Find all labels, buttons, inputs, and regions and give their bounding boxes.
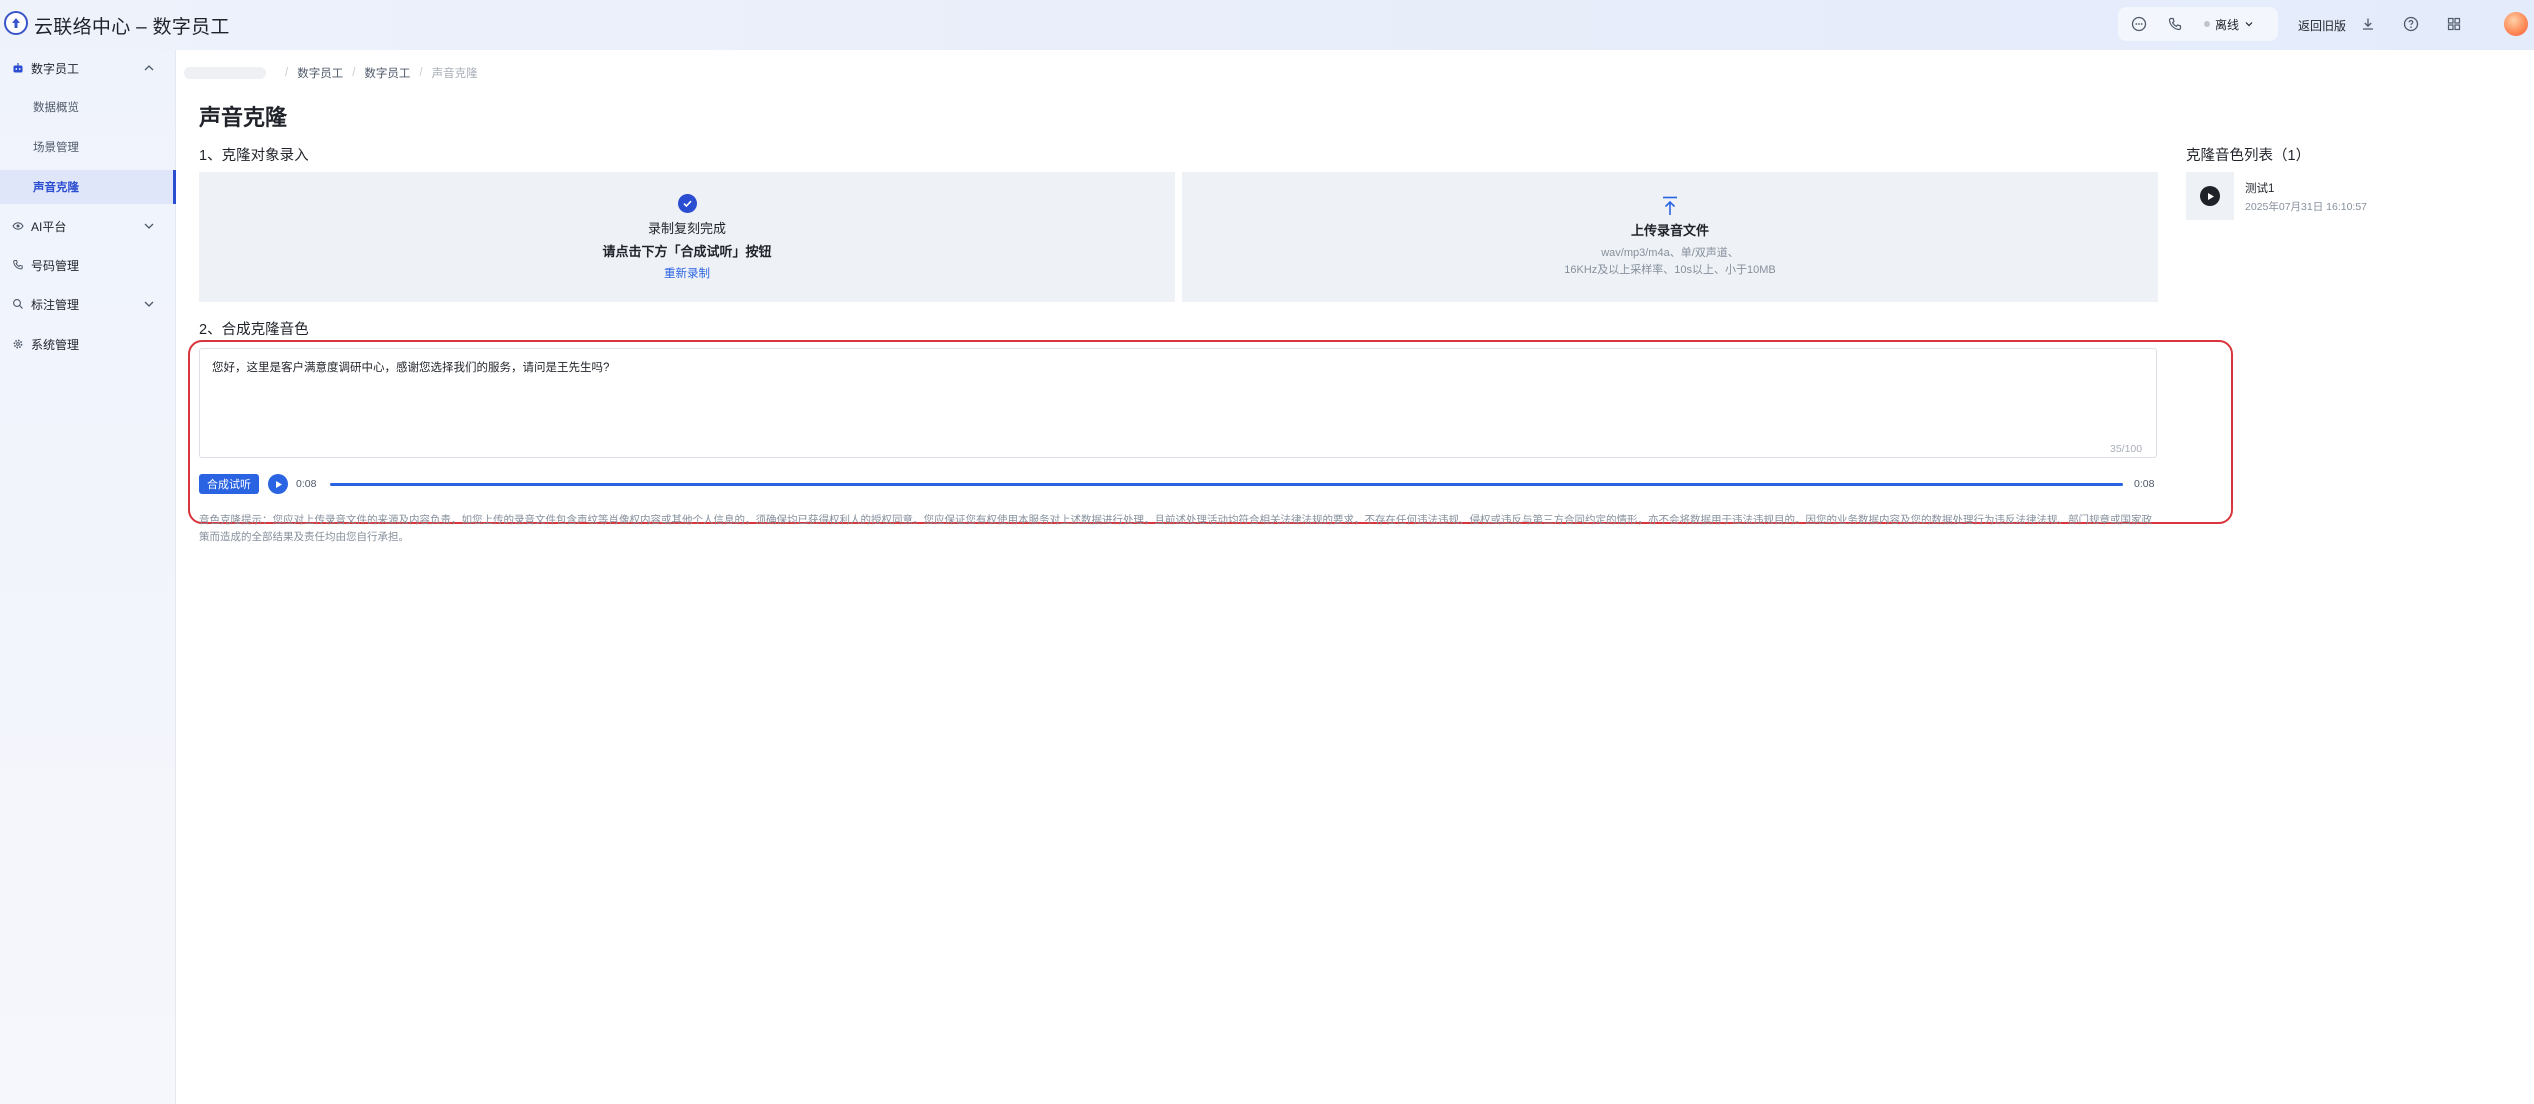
status-selector[interactable]: 离线 — [2204, 16, 2254, 33]
upload-card[interactable]: 上传录音文件 wav/mp3/m4a、单/双声道、 16KHz及以上采样率、10… — [1182, 172, 2158, 302]
char-count: 35/100 — [2110, 443, 2143, 455]
sidebar-group-label: AI平台 — [31, 219, 67, 234]
clone-notice-text: 音色克隆提示：您应对上传录音文件的来源及内容负责，如您上传的录音文件包含声纹等肖… — [199, 514, 2152, 543]
record-card: 录制复刻完成 请点击下方「合成试听」按钮 重新录制 — [199, 172, 1175, 302]
check-circle-icon — [677, 193, 697, 213]
breadcrumb-separator: / — [419, 67, 423, 79]
breadcrumb: / 数字员工 / 数字员工 / 声音克隆 — [184, 64, 478, 82]
apps-grid-icon[interactable] — [2445, 15, 2463, 33]
play-icon — [275, 480, 282, 488]
breadcrumb-home[interactable] — [184, 67, 266, 79]
header-toolbar: 离线 — [2118, 7, 2278, 41]
sidebar-group-ai-platform[interactable]: AI平台 — [0, 208, 176, 244]
breadcrumb-item[interactable]: 数字员工 — [297, 65, 343, 81]
play-button[interactable] — [268, 474, 288, 494]
sidebar-item-voice-clone[interactable]: 声音克隆 — [0, 170, 176, 204]
synthesize-preview-button[interactable]: 合成试听 — [199, 474, 259, 494]
page-title: 声音克隆 — [199, 105, 288, 130]
sidebar-group-label: 号码管理 — [31, 258, 80, 273]
sidebar-item-data-overview[interactable]: 数据概览 — [0, 90, 176, 124]
breadcrumb-current: 声音克隆 — [431, 68, 478, 80]
upload-desc-line: wav/mp3/m4a、单/双声道、 — [1601, 247, 1739, 259]
download-icon[interactable] — [2359, 15, 2377, 33]
search-icon — [12, 298, 24, 310]
breadcrumb-separator: / — [352, 67, 356, 79]
sidebar-group-label: 系统管理 — [31, 337, 80, 352]
top-header: 云联络中心 – 数字员工 离线 返回旧版 — [0, 0, 2534, 50]
user-avatar[interactable] — [2504, 12, 2528, 36]
status-dot — [2204, 21, 2210, 27]
voice-date: 2025年07月31日 16:10:57 — [2245, 201, 2368, 213]
upload-description: wav/mp3/m4a、单/双声道、 16KHz及以上采样率、10s以上、小于1… — [1564, 245, 1776, 279]
robot-icon — [12, 62, 24, 74]
upload-desc-line: 16KHz及以上采样率、10s以上、小于10MB — [1564, 264, 1776, 276]
app-title: 云联络中心 – 数字员工 — [34, 17, 230, 38]
back-to-old-version-link[interactable]: 返回旧版 — [2298, 17, 2346, 34]
voice-list-title: 克隆音色列表（1） — [2186, 148, 2311, 164]
chevron-down-icon — [2245, 22, 2253, 27]
section-title-synthesize: 2、合成克隆音色 — [199, 322, 309, 338]
sidebar-group-number-management[interactable]: 号码管理 — [0, 247, 176, 283]
audio-current-time: 0:08 — [296, 478, 317, 490]
phone-icon[interactable] — [2166, 15, 2184, 33]
sidebar-group-label: 标注管理 — [31, 297, 80, 312]
phone-icon — [12, 259, 24, 271]
chevron-up-icon — [144, 65, 154, 71]
record-instruction-text: 请点击下方「合成试听」按钮 — [602, 243, 772, 259]
sidebar-group-system-management[interactable]: 系统管理 — [0, 326, 176, 362]
section-title-clone-input: 1、克隆对象录入 — [199, 148, 309, 164]
record-status-text: 录制复刻完成 — [647, 220, 726, 236]
gear-icon — [12, 338, 24, 350]
audio-duration: 0:08 — [2134, 478, 2155, 490]
help-icon[interactable] — [2402, 15, 2420, 33]
voice-thumbnail — [2186, 172, 2234, 220]
eye-icon — [12, 220, 24, 232]
sidebar-group-label: 数字员工 — [31, 61, 80, 76]
chevron-down-icon — [144, 301, 154, 307]
play-icon — [2207, 192, 2214, 200]
audio-progress-bar[interactable] — [330, 483, 2123, 486]
sidebar: 数字员工 数据概览 场景管理 声音克隆 AI平台 号码管理 标注管理 系统管理 — [0, 50, 176, 1104]
status-label: 离线 — [2215, 17, 2240, 32]
re-record-link[interactable]: 重新录制 — [664, 265, 710, 281]
sidebar-group-annotation-management[interactable]: 标注管理 — [0, 286, 176, 322]
synthesis-text-input[interactable] — [199, 348, 2157, 458]
sidebar-group-digital-staff[interactable]: 数字员工 — [0, 50, 176, 86]
app-logo-icon — [4, 11, 28, 35]
voice-play-button[interactable] — [2200, 186, 2220, 206]
upload-title: 上传录音文件 — [1630, 223, 1709, 238]
breadcrumb-item[interactable]: 数字员工 — [364, 65, 410, 81]
breadcrumb-separator: / — [285, 67, 289, 79]
voice-name: 测试1 — [2245, 183, 2275, 195]
voice-list-item[interactable]: 测试1 2025年07月31日 16:10:57 — [2186, 172, 2406, 220]
chat-icon[interactable] — [2130, 15, 2148, 33]
upload-icon — [1663, 196, 1677, 215]
audio-progress-fill — [330, 483, 2123, 486]
sidebar-item-scene-management[interactable]: 场景管理 — [0, 130, 176, 164]
chevron-down-icon — [144, 223, 154, 229]
